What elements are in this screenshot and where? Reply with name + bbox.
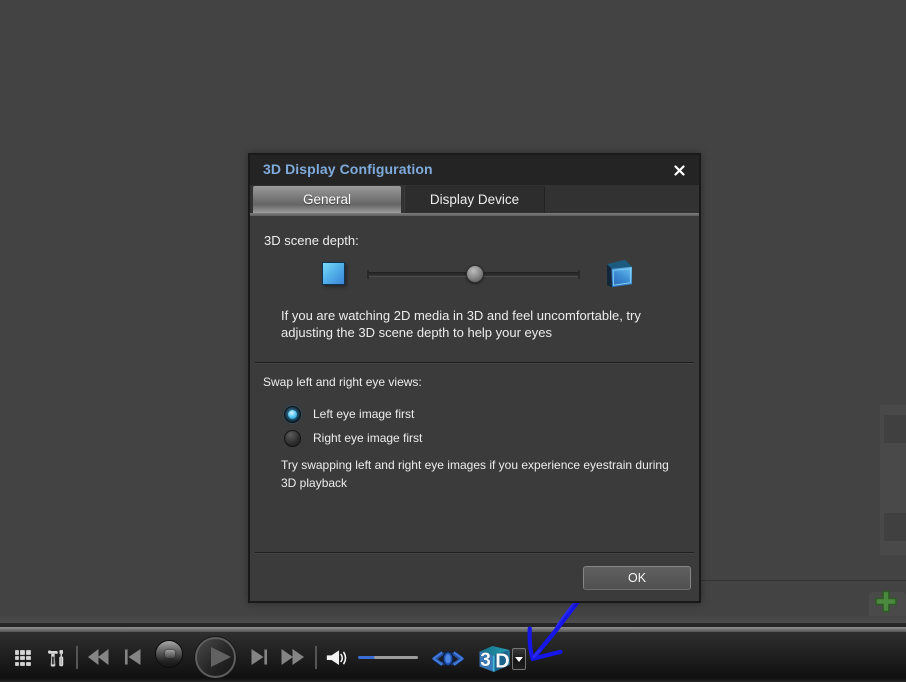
- svg-text:3: 3: [480, 650, 491, 671]
- svg-text:D: D: [495, 650, 509, 672]
